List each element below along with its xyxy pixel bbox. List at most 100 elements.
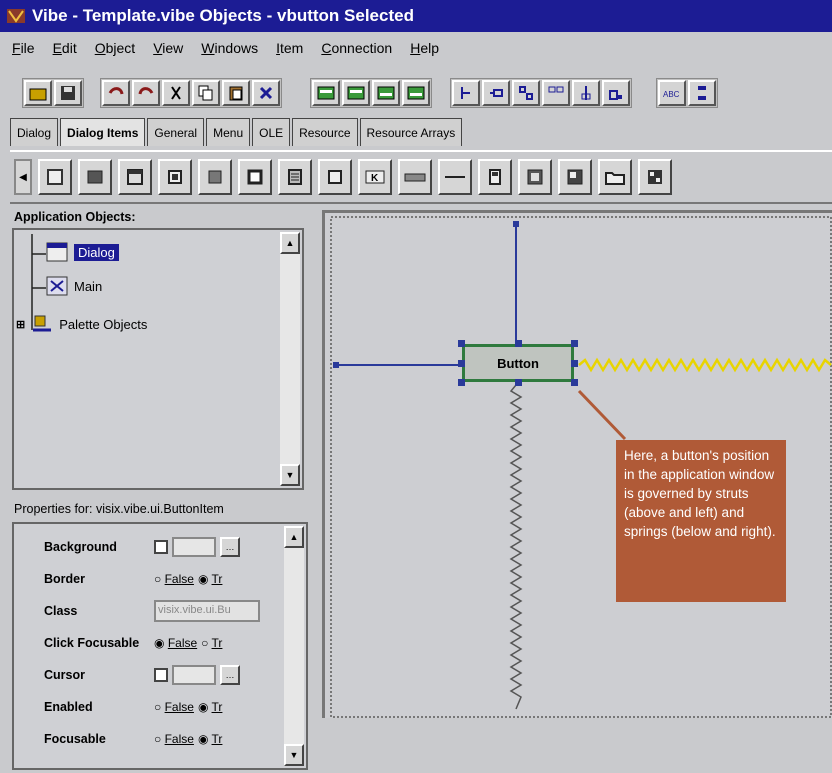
scroll-left-icon[interactable]: ◀ xyxy=(14,159,32,195)
center-icon[interactable] xyxy=(572,80,600,106)
spring-icon[interactable] xyxy=(482,80,510,106)
dialog-node-icon xyxy=(46,242,68,262)
palette-node-icon xyxy=(33,315,52,332)
delete-icon[interactable] xyxy=(252,80,280,106)
scroll-down-icon[interactable]: ▼ xyxy=(284,744,304,766)
resize-handle[interactable] xyxy=(458,360,465,367)
app-icon[interactable] xyxy=(6,7,26,25)
tab-resource-arrays[interactable]: Resource Arrays xyxy=(359,118,463,146)
menu-edit[interactable]: Edit xyxy=(49,38,81,58)
border-true-radio[interactable]: ◉ Tr xyxy=(198,572,222,586)
label-item-icon[interactable] xyxy=(118,159,152,195)
tab-resource[interactable]: Resource xyxy=(292,118,358,146)
tree-item-palette-objects[interactable]: ⊞ Palette Objects xyxy=(16,314,147,334)
cut-icon[interactable] xyxy=(162,80,190,106)
panel-item-icon[interactable] xyxy=(38,159,72,195)
resize-handle[interactable] xyxy=(458,379,465,386)
copy-icon[interactable] xyxy=(192,80,220,106)
tree-item-dialog[interactable]: Dialog xyxy=(46,242,119,262)
box-item-icon[interactable] xyxy=(318,159,352,195)
scroll-item-icon[interactable] xyxy=(478,159,512,195)
menu-view[interactable]: View xyxy=(149,38,187,58)
background-checkbox[interactable] xyxy=(154,540,168,554)
save-button[interactable] xyxy=(54,80,82,106)
tab-menu[interactable]: Menu xyxy=(206,118,251,146)
focusable-false-radio[interactable]: ○ False xyxy=(154,732,194,746)
slider-item-icon[interactable] xyxy=(398,159,432,195)
layout-tool-group xyxy=(450,78,632,108)
paste-icon[interactable] xyxy=(222,80,250,106)
ellipsis-button[interactable]: … xyxy=(220,537,240,557)
order-icon[interactable] xyxy=(688,80,716,106)
tree-item-main[interactable]: Main xyxy=(46,276,102,296)
menu-item[interactable]: Item xyxy=(272,38,307,58)
button-item-icon[interactable] xyxy=(78,159,112,195)
resize-handle[interactable] xyxy=(515,379,522,386)
redo-button[interactable] xyxy=(132,80,160,106)
click-focusable-true-radio[interactable]: ○ Tr xyxy=(201,636,222,650)
selected-button-widget[interactable]: Button xyxy=(458,340,578,386)
undo-button[interactable] xyxy=(102,80,130,106)
list-item-icon[interactable] xyxy=(278,159,312,195)
resize-icon[interactable] xyxy=(602,80,630,106)
menu-object[interactable]: Object xyxy=(91,38,139,58)
enabled-false-radio[interactable]: ○ False xyxy=(154,700,194,714)
resize-handle[interactable] xyxy=(515,340,522,347)
focusable-true-radio[interactable]: ◉ Tr xyxy=(198,732,222,746)
align-top-icon[interactable] xyxy=(372,80,400,106)
enabled-true-radio[interactable]: ◉ Tr xyxy=(198,700,222,714)
scroll-up-icon[interactable]: ▲ xyxy=(284,526,304,548)
align-bottom-icon[interactable] xyxy=(402,80,430,106)
separator-item-icon[interactable] xyxy=(438,159,472,195)
ellipsis-button[interactable]: … xyxy=(220,665,240,685)
resize-handle[interactable] xyxy=(571,340,578,347)
distribute-icon[interactable] xyxy=(542,80,570,106)
scroll-up-icon[interactable]: ▲ xyxy=(280,232,300,254)
folder-item-icon[interactable] xyxy=(598,159,632,195)
scroll-down-icon[interactable]: ▼ xyxy=(280,464,300,486)
svg-text:K: K xyxy=(371,173,379,184)
property-row: Focusable ○ False ◉ Tr xyxy=(14,724,286,754)
menu-windows[interactable]: Windows xyxy=(197,38,262,58)
tab-dialog-items[interactable]: Dialog Items xyxy=(60,118,146,146)
notebook-item-icon[interactable] xyxy=(518,159,552,195)
tree-scrollbar[interactable]: ▲ ▼ xyxy=(280,232,300,486)
radio-item-icon[interactable] xyxy=(198,159,232,195)
property-name: Background xyxy=(44,540,117,554)
property-row: Background … xyxy=(14,532,286,562)
container-item-icon[interactable] xyxy=(558,159,592,195)
strut-icon[interactable] xyxy=(452,80,480,106)
resize-handle[interactable] xyxy=(571,360,578,367)
size-icon[interactable]: ABC xyxy=(658,80,686,106)
align-left-icon[interactable] xyxy=(312,80,340,106)
menu-connection[interactable]: Connection xyxy=(317,38,396,58)
resize-handle[interactable] xyxy=(458,340,465,347)
annotation-callout: Here, a button's position in the applica… xyxy=(616,440,786,602)
menu-help[interactable]: Help xyxy=(406,38,443,58)
click-focusable-false-radio[interactable]: ◉ False xyxy=(154,636,197,650)
border-false-radio[interactable]: ○ False xyxy=(154,572,194,586)
cursor-field[interactable] xyxy=(172,665,216,685)
tree-item-label: Main xyxy=(74,278,103,294)
align-right-icon[interactable] xyxy=(342,80,370,106)
tab-dialog[interactable]: Dialog xyxy=(10,118,59,146)
class-field[interactable]: visix.vibe.ui.Bu xyxy=(154,600,260,622)
grid-icon[interactable] xyxy=(512,80,540,106)
misc-tool-group: ABC xyxy=(656,78,718,108)
cursor-checkbox[interactable] xyxy=(154,668,168,682)
svg-text:ABC: ABC xyxy=(663,90,680,99)
open-button[interactable] xyxy=(24,80,52,106)
frame-item-icon[interactable] xyxy=(238,159,272,195)
check-item-icon[interactable] xyxy=(158,159,192,195)
grid-item-icon[interactable] xyxy=(638,159,672,195)
tab-general[interactable]: General xyxy=(147,118,205,146)
expand-icon[interactable]: ⊞ xyxy=(16,318,25,331)
menu-file[interactable]: File xyxy=(8,38,39,58)
properties-heading: Properties for: visix.vibe.ui.ButtonItem xyxy=(14,502,224,516)
property-row: Cursor … xyxy=(14,660,286,690)
tab-ole[interactable]: OLE xyxy=(252,118,291,146)
background-color-field[interactable] xyxy=(172,537,216,557)
properties-scrollbar[interactable]: ▲ ▼ xyxy=(284,526,304,766)
resize-handle[interactable] xyxy=(571,379,578,386)
text-item-icon[interactable]: K xyxy=(358,159,392,195)
